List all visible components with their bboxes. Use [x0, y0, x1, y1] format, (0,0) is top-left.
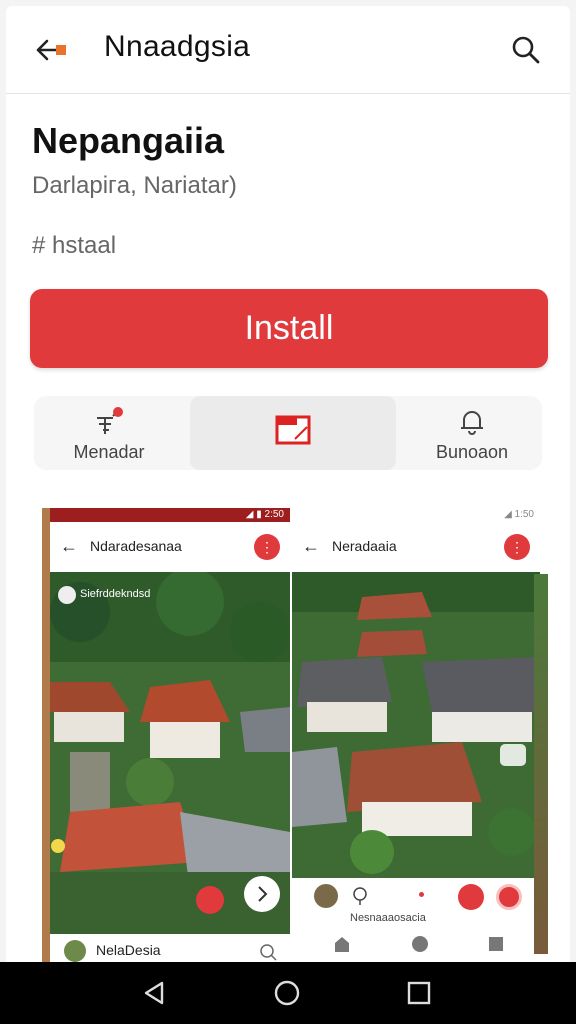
- location-icon: [353, 887, 367, 905]
- app-name: Nepangaiia: [32, 120, 225, 161]
- back-arrow-icon: ←: [60, 536, 78, 556]
- bell-icon: [456, 406, 488, 443]
- calendar-icon: [275, 414, 311, 451]
- action-label: Bunoaon: [435, 442, 509, 462]
- action-label: Menadar: [73, 442, 145, 462]
- share-icon: [496, 884, 522, 910]
- compass-icon: [412, 936, 428, 952]
- overlay-caption: Siefrddekndsd: [80, 588, 151, 600]
- screenshot-toolbar: ← Neradaaia ⋮: [292, 522, 540, 572]
- install-button[interactable]: Install: [30, 289, 548, 368]
- back-arrow-icon: [36, 39, 66, 61]
- next-screenshot-peek[interactable]: [534, 574, 548, 954]
- dot-icon: [419, 892, 424, 897]
- system-navigation-bar: [0, 962, 576, 1024]
- nav-back-icon[interactable]: [138, 976, 172, 1010]
- action-calendar[interactable]: [190, 396, 396, 470]
- status-bar: ◢ 1:50: [292, 508, 540, 522]
- more-icon: ⋮: [254, 534, 280, 560]
- action-bunoaon[interactable]: Bunoaon: [402, 396, 542, 470]
- app-details-card: Nnaadgsia Nepangaiia Darlapiгa, Nariatar…: [6, 6, 570, 966]
- screenshot-1[interactable]: ◢ ▮ 2:50 ← Ndaradesanaa ⋮ Siefrddekndsd …: [42, 508, 290, 966]
- screenshot-title: Neradaaia: [332, 538, 397, 554]
- action-menadar[interactable]: Menadar: [34, 396, 184, 470]
- village-photo: [292, 572, 540, 878]
- avatar: [64, 940, 86, 962]
- developer-name[interactable]: Darlapiгa, Nariatar): [32, 172, 237, 200]
- library-icon: [489, 937, 503, 951]
- avatar: [314, 884, 338, 908]
- category-tag[interactable]: # hstaal: [32, 232, 116, 260]
- nav-recents-icon[interactable]: [402, 976, 436, 1010]
- back-button[interactable]: [32, 32, 72, 68]
- screenshot-title: Ndaradesanaa: [90, 538, 182, 554]
- more-icon: ⋮: [504, 534, 530, 560]
- action-row: Menadar Bunoaon: [34, 396, 542, 470]
- footer-title: NelaDesia: [96, 942, 161, 958]
- broadcast-icon: [89, 406, 129, 443]
- footer-caption: Nesnaaaosacia: [350, 912, 426, 924]
- status-bar: ◢ ▮ 2:50: [50, 508, 290, 522]
- screenshot-footer: Nesnaaaosacia: [292, 878, 540, 966]
- search-button[interactable]: [508, 32, 544, 68]
- search-icon: [512, 36, 540, 64]
- screenshot-toolbar: ← Ndaradesanaa ⋮: [50, 522, 290, 572]
- screenshot-2[interactable]: ◢ 1:50 ← Neradaaia ⋮ Nesnaaaosacia: [292, 508, 540, 966]
- village-photo: [50, 572, 290, 934]
- screen: Nnaadgsia Nepangaiia Darlapiгa, Nariatar…: [0, 0, 576, 1024]
- chat-icon: [458, 884, 484, 910]
- top-app-bar: Nnaadgsia: [6, 6, 570, 94]
- appbar-title: Nnaadgsia: [104, 30, 251, 63]
- back-arrow-icon: ←: [302, 536, 320, 556]
- nav-home-icon[interactable]: [270, 976, 304, 1010]
- home-icon: [335, 937, 349, 952]
- avatar: [58, 586, 76, 604]
- search-icon: [260, 944, 277, 961]
